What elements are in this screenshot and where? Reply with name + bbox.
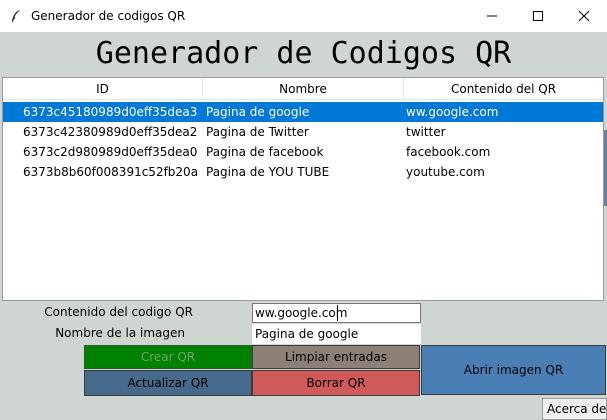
cell-id: 6373c42380989d0eff35dea2: [23, 125, 198, 139]
cell-id: 6373b8b60f008391c52fb20a: [23, 165, 199, 179]
crear-qr-button[interactable]: Crear QR: [84, 345, 252, 369]
acerca-de-button[interactable]: Acerca de: [542, 398, 607, 420]
column-header-contenido[interactable]: Contenido del QR: [404, 78, 603, 100]
nombre-input[interactable]: [252, 324, 421, 344]
close-button[interactable]: [561, 0, 607, 32]
cell-nombre: Pagina de facebook: [206, 145, 324, 159]
column-header-id[interactable]: ID: [3, 78, 203, 100]
table-row[interactable]: 6373c45180989d0eff35dea3 Pagina de googl…: [3, 102, 603, 122]
cell-nombre: Pagina de Twitter: [206, 125, 309, 139]
nombre-label: Nombre de la imagen: [55, 326, 185, 340]
limpiar-entradas-button[interactable]: Limpiar entradas: [252, 345, 420, 369]
page-title: Generador de Codigos QR: [95, 36, 512, 71]
contenido-label: Contenido del codigo QR: [44, 305, 193, 319]
cell-contenido: facebook.com: [406, 145, 491, 159]
maximize-icon: [533, 11, 543, 21]
abrir-imagen-qr-button[interactable]: Abrir imagen QR: [421, 345, 606, 395]
borrar-qr-button[interactable]: Borrar QR: [252, 370, 420, 396]
window-title: Generador de codigos QR: [31, 9, 186, 23]
qr-table[interactable]: ID Nombre Contenido del QR 6373c45180989…: [2, 77, 604, 301]
actualizar-qr-button[interactable]: Actualizar QR: [84, 370, 252, 396]
title-bar: Generador de codigos QR: [0, 0, 607, 32]
text-cursor: [337, 305, 338, 321]
cell-nombre: Pagina de google: [206, 105, 310, 119]
table-row[interactable]: 6373b8b60f008391c52fb20a Pagina de YOU T…: [3, 162, 603, 182]
minimize-icon: [487, 15, 497, 17]
cell-id: 6373c2d980989d0eff35dea0: [23, 145, 198, 159]
cell-id: 6373c45180989d0eff35dea3: [23, 105, 198, 119]
cell-contenido: youtube.com: [406, 165, 485, 179]
cell-nombre: Pagina de YOU TUBE: [206, 165, 330, 179]
table-row[interactable]: 6373c2d980989d0eff35dea0 Pagina de faceb…: [3, 142, 603, 162]
maximize-button[interactable]: [515, 0, 561, 32]
feather-icon: [11, 10, 20, 23]
table-row[interactable]: 6373c42380989d0eff35dea2 Pagina de Twitt…: [3, 122, 603, 142]
cell-contenido: twitter: [406, 125, 446, 139]
cell-contenido: ww.google.com: [406, 105, 499, 119]
column-header-nombre[interactable]: Nombre: [203, 78, 404, 100]
minimize-button[interactable]: [469, 0, 515, 32]
close-icon: [578, 10, 590, 22]
table-header: ID Nombre Contenido del QR: [3, 78, 603, 100]
